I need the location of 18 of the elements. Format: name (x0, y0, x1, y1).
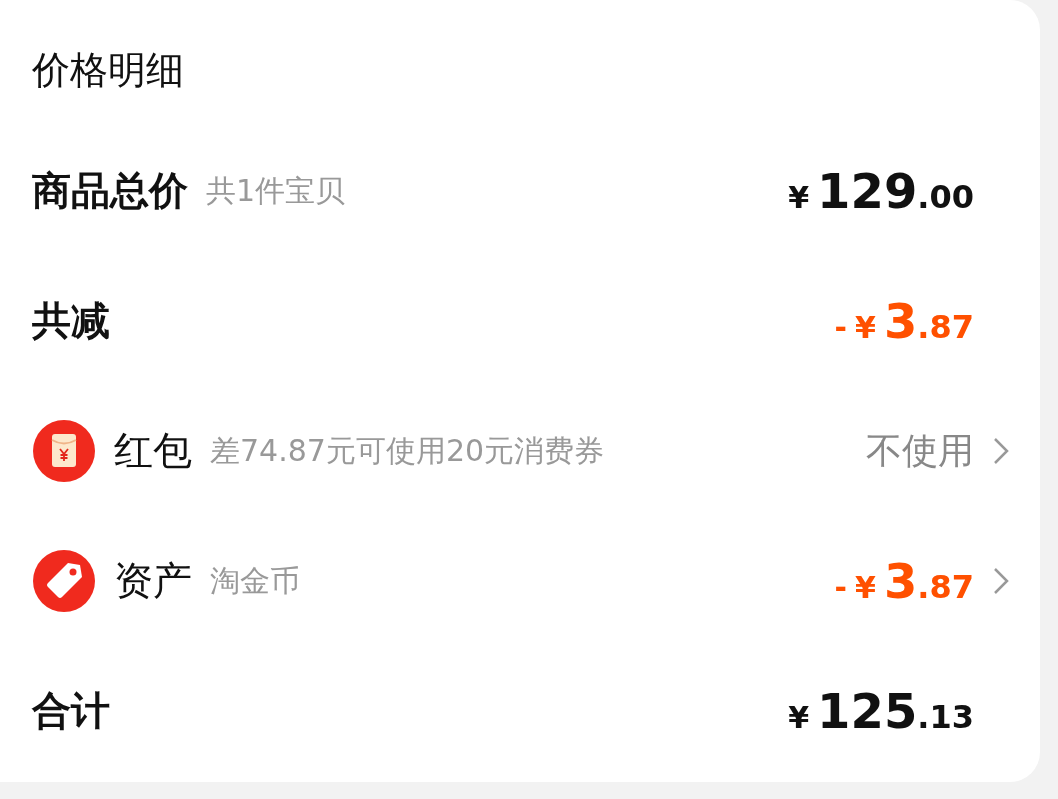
row-note: 差74.87元可使用20元消费券 (210, 431, 605, 470)
row-label: 红包 (114, 427, 192, 475)
price-amount: ¥ 129.00 (788, 163, 974, 219)
row-note: 共1件宝贝 (206, 171, 346, 210)
row-label: 资产 (114, 557, 192, 605)
row-label: 共减 (32, 297, 110, 345)
tag-icon (32, 549, 96, 613)
price-amount: ¥ 125.13 (788, 683, 974, 739)
row-note: 淘金币 (210, 561, 300, 600)
option-value[interactable]: 不使用 (866, 426, 974, 476)
price-amount: - ¥ 3.87 (834, 293, 974, 349)
price-amount: - ¥ 3.87 (834, 553, 974, 609)
envelope-icon (32, 419, 96, 483)
chevron-right-icon[interactable] (992, 436, 1010, 466)
card-title: 价格明细 (32, 46, 185, 94)
row-label: 合计 (32, 687, 110, 735)
row-label: 商品总价 (32, 167, 188, 215)
chevron-right-icon[interactable] (992, 566, 1010, 596)
